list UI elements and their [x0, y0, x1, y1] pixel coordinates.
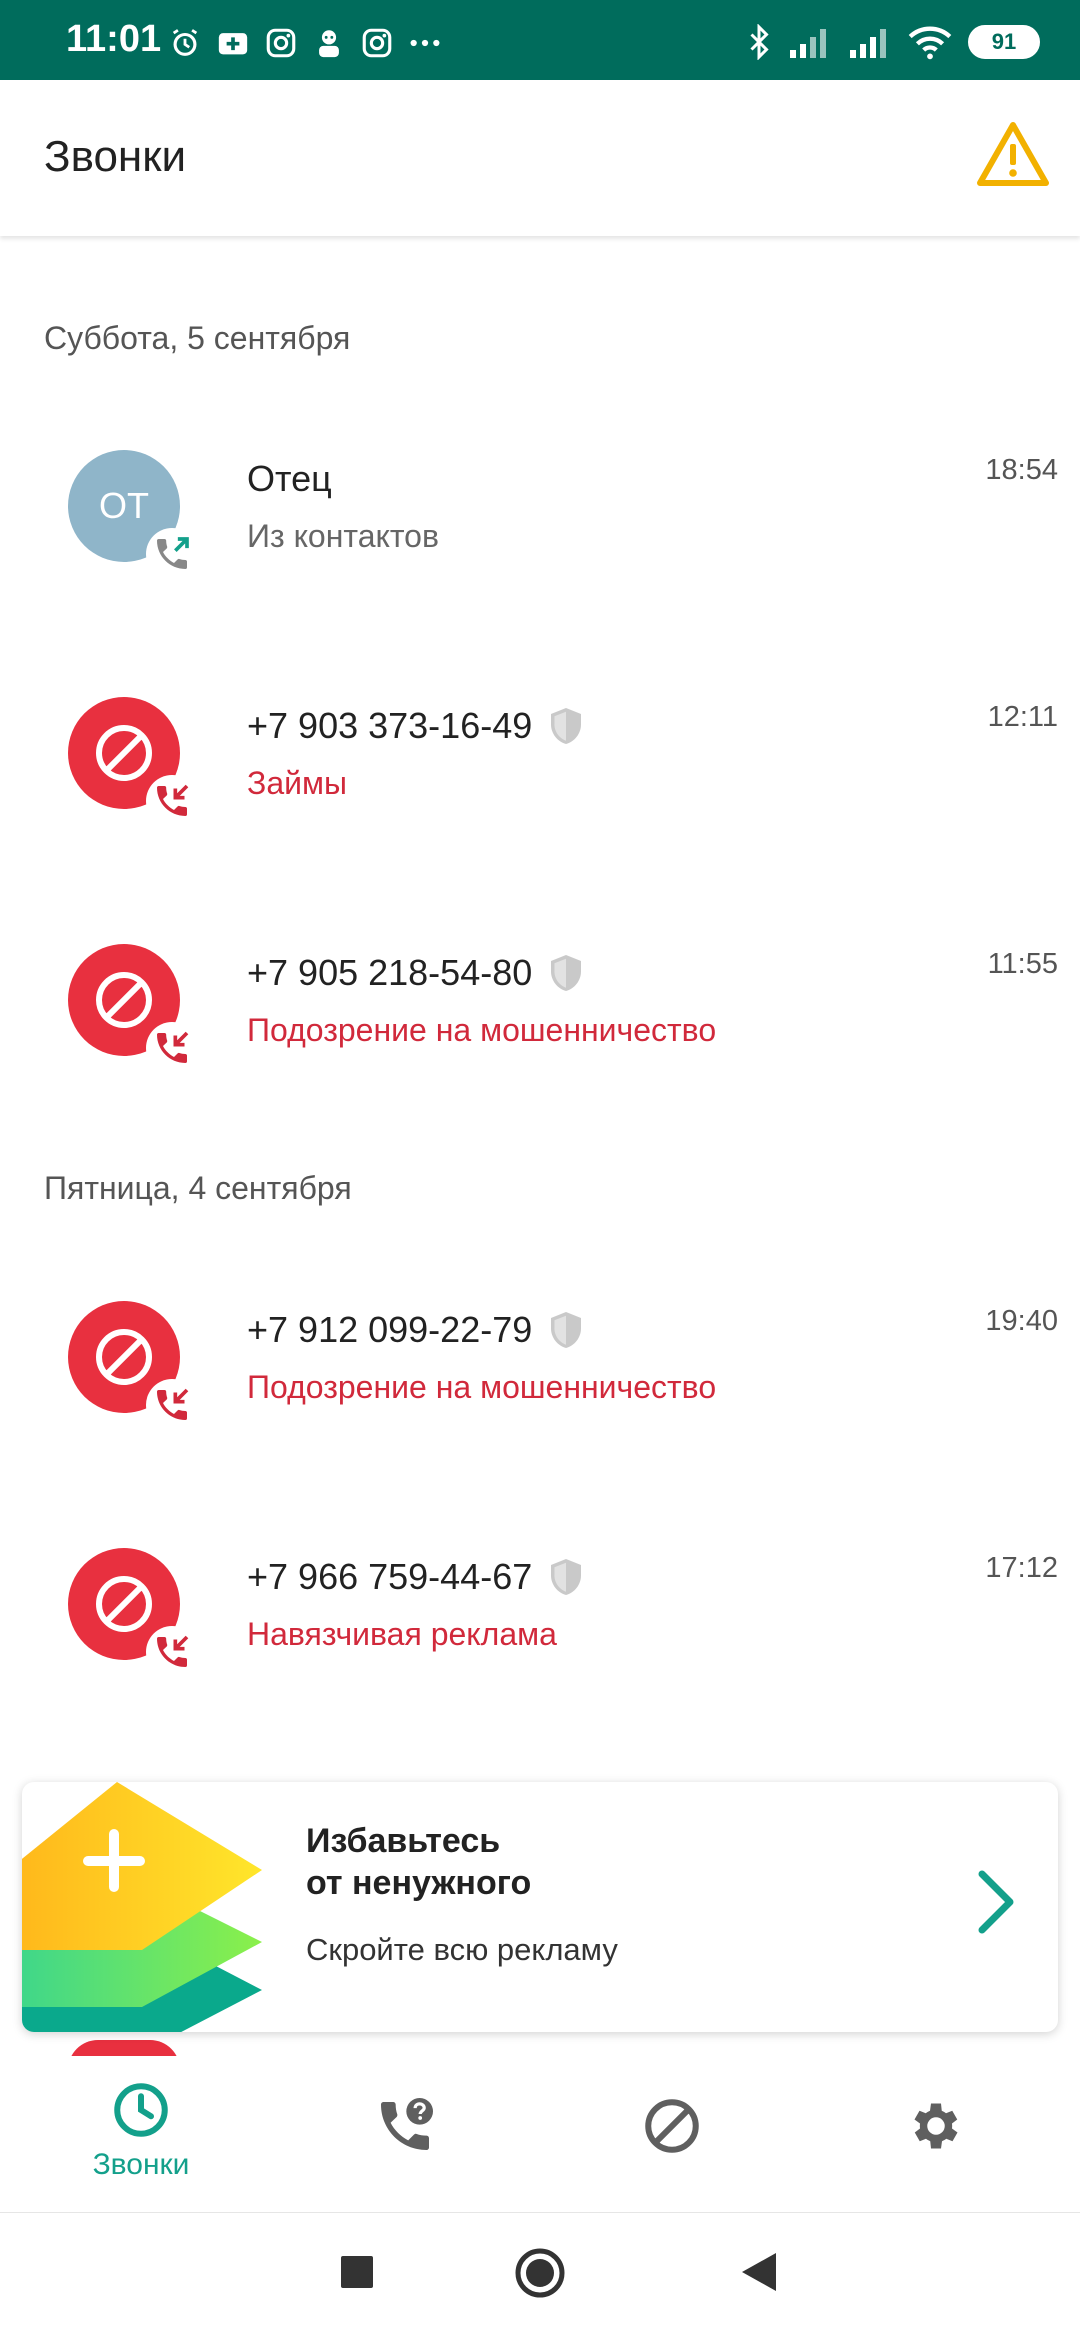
- block-icon: [96, 972, 152, 1028]
- call-subtitle: Займы: [247, 765, 347, 801]
- call-subtitle: Подозрение на мошенничество: [247, 1369, 717, 1405]
- page-title: Звонки: [44, 132, 187, 181]
- call-subtitle: Навязчивая реклама: [247, 1616, 557, 1652]
- layers-art-icon: [22, 1782, 262, 2032]
- app-bar: Звонки: [0, 80, 1080, 236]
- call-title: +7 903 373-16-49: [247, 705, 584, 747]
- promo-subtitle: Скройте всю рекламу: [306, 1932, 618, 1967]
- chevron-right-icon[interactable]: [974, 1868, 1018, 1936]
- phone-question-icon: [381, 2098, 433, 2150]
- blocked-call-icon: [146, 1626, 198, 1678]
- alarm-icon: [172, 29, 198, 56]
- call-time: 19:40: [985, 1305, 1058, 1337]
- call-row[interactable]: +7 905 218-54-80 Подозрение на мошенниче…: [0, 944, 1080, 1124]
- signal-icon: [790, 29, 826, 58]
- instagram-icon: [362, 28, 392, 58]
- call-subtitle: Из контактов: [247, 518, 439, 554]
- promo-banner[interactable]: Избавьтесь от ненужного Скройте всю рекл…: [22, 1782, 1058, 2032]
- call-row[interactable]: +7 966 759-44-67 Навязчивая реклама 17:1…: [0, 1548, 1080, 1728]
- section-date: Суббота, 5 сентября: [44, 320, 351, 356]
- instagram-icon: [266, 28, 296, 58]
- back-button[interactable]: [738, 2249, 780, 2295]
- nav-settings[interactable]: [836, 2080, 1036, 2200]
- block-icon: [96, 725, 152, 781]
- call-title: Отец: [247, 458, 332, 499]
- shield-icon: [551, 955, 582, 991]
- blocked-call-icon: [146, 1022, 198, 1074]
- block-icon: [96, 1576, 152, 1632]
- call-time: 18:54: [985, 454, 1058, 486]
- clock-icon: [114, 2083, 168, 2137]
- blocked-call-icon: [146, 1379, 198, 1431]
- bluetooth-icon: [750, 24, 769, 60]
- shield-icon: [551, 708, 582, 744]
- call-title: +7 905 218-54-80: [247, 952, 584, 994]
- blocked-call-icon: [146, 775, 198, 827]
- call-time: 11:55: [987, 948, 1058, 980]
- character-icon: [319, 30, 339, 58]
- nav-unknown-numbers[interactable]: [305, 2080, 505, 2200]
- home-button[interactable]: [514, 2247, 566, 2299]
- call-row[interactable]: +7 903 373-16-49 Займы 12:11: [0, 697, 1080, 877]
- outgoing-call-icon: [146, 528, 198, 580]
- gear-icon: [914, 2103, 958, 2149]
- notification-icons: [168, 26, 442, 60]
- system-status-icons: 91: [746, 22, 1040, 62]
- call-time: 12:11: [987, 701, 1058, 733]
- call-title: +7 966 759-44-67: [247, 1556, 584, 1598]
- nav-calls[interactable]: Звонки: [41, 2080, 241, 2200]
- avatar-initials: ОТ: [99, 485, 149, 526]
- medical-icon: [218, 33, 248, 55]
- shield-icon: [551, 1559, 582, 1595]
- block-icon: [645, 2099, 699, 2153]
- system-nav-bar: [0, 2212, 1080, 2340]
- status-time: 11:01: [66, 18, 162, 60]
- more-icon: [410, 39, 440, 47]
- wifi-icon: [908, 26, 952, 60]
- call-row[interactable]: +7 912 099-22-79 Подозрение на мошенниче…: [0, 1301, 1080, 1481]
- signal-icon: [850, 29, 886, 58]
- block-icon: [96, 1329, 152, 1385]
- shield-icon: [551, 1312, 582, 1348]
- call-time: 17:12: [985, 1552, 1058, 1584]
- battery-icon: 91: [968, 25, 1040, 59]
- bottom-nav: Звонки: [0, 2056, 1080, 2212]
- nav-blocked[interactable]: [572, 2080, 772, 2200]
- status-bar: 11:01 91: [0, 0, 1080, 80]
- warning-icon[interactable]: [976, 120, 1050, 188]
- recents-button[interactable]: [338, 2253, 376, 2291]
- call-title: +7 912 099-22-79: [247, 1309, 584, 1351]
- promo-title: Избавьтесь от ненужного: [306, 1822, 532, 1902]
- call-subtitle: Подозрение на мошенничество: [247, 1012, 717, 1048]
- section-date: Пятница, 4 сентября: [44, 1170, 352, 1206]
- nav-calls-label: Звонки: [92, 2148, 190, 2181]
- call-row[interactable]: ОТ Отец Из контактов 18:54: [0, 450, 1080, 630]
